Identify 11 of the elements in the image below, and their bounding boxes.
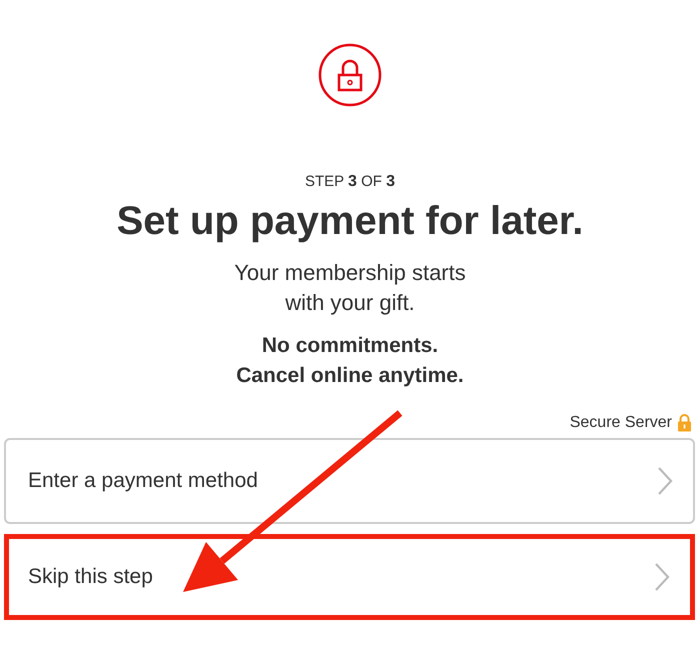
subtitle: Your membership starts with your gift. — [234, 259, 466, 317]
chevron-icon — [657, 466, 673, 496]
option-row[interactable]: Enter a payment method — [4, 438, 695, 524]
option-row[interactable]: Skip this step — [4, 534, 695, 620]
terms-text: No commitments. Cancel online anytime. — [236, 333, 464, 389]
secure-label: Secure Server — [570, 414, 672, 432]
padlock-icon — [677, 413, 692, 432]
chevron-icon — [654, 562, 670, 592]
page-title: Set up payment for later. — [116, 199, 584, 244]
lock-icon — [318, 43, 382, 107]
step-indicator: STEP 3 OF 3 — [304, 173, 396, 191]
